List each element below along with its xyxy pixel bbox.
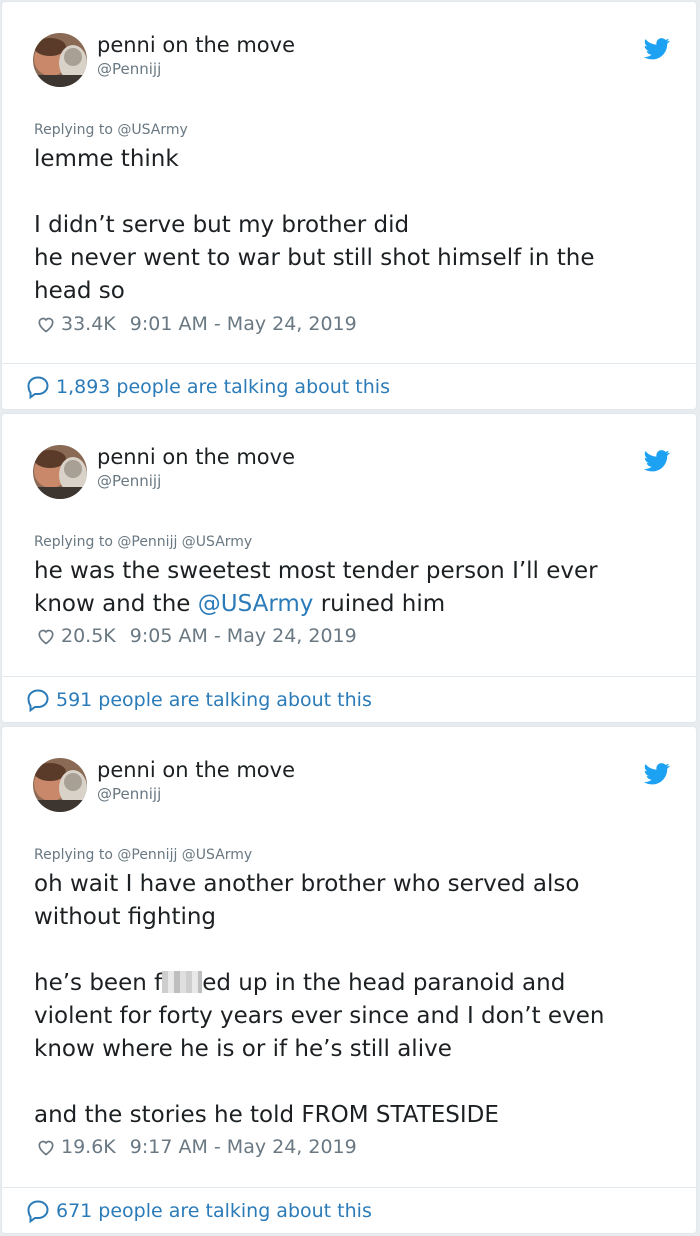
speech-bubble-icon <box>27 376 49 399</box>
tweet-line: oh wait I have another brother who serve… <box>34 871 580 897</box>
timestamp[interactable]: 9:01 AM - May 24, 2019 <box>130 313 357 335</box>
speech-bubble-icon <box>27 689 49 712</box>
tweet-line-part: know and the <box>34 591 198 617</box>
talking-link[interactable]: 1,893 people are talking about this <box>26 375 390 399</box>
avatar[interactable] <box>33 758 87 812</box>
tweet-line: he’s been f ed up in the head paranoid an… <box>34 967 664 1000</box>
tweet-line: he was the sweetest most tender person I… <box>34 558 598 584</box>
replying-to[interactable]: Replying to @Pennijj @USArmy <box>34 534 252 550</box>
tweet-line: he never went to war but still shot hims… <box>34 245 595 271</box>
tweet-meta: 33.4K 9:01 AM - May 24, 2019 <box>36 313 357 335</box>
tweet-text: oh wait I have another brother who serve… <box>34 868 664 1132</box>
heart-outline-icon[interactable] <box>36 626 56 646</box>
heart-outline-icon[interactable] <box>36 1137 56 1157</box>
tweet-line-part: he’s been f <box>34 970 163 996</box>
tweet-card-1[interactable]: penni on the move @Pennijj Replying to @… <box>1 1 697 410</box>
tweet-line: know and the @USArmy ruined him <box>34 588 664 621</box>
divider <box>2 1187 696 1188</box>
avatar[interactable] <box>33 445 87 499</box>
tweet-line: violent for forty years ever since and I… <box>34 1003 605 1029</box>
tweet-card-2[interactable]: penni on the move @Pennijj Replying to @… <box>1 413 697 723</box>
avatar-image <box>33 33 87 87</box>
tweet-line: head so <box>34 278 125 304</box>
author-name[interactable]: penni on the move <box>97 33 295 57</box>
tweet-meta: 19.6K 9:17 AM - May 24, 2019 <box>36 1136 357 1158</box>
talking-count[interactable]: 591 people are talking about this <box>56 689 372 711</box>
author-name[interactable]: penni on the move <box>97 445 295 469</box>
tweet-card-3[interactable]: penni on the move @Pennijj Replying to @… <box>1 726 697 1234</box>
twitter-bird-icon[interactable] <box>644 450 670 472</box>
author-handle[interactable]: @Pennijj <box>97 60 161 78</box>
twitter-bird-icon[interactable] <box>644 763 670 785</box>
speech-bubble-icon <box>27 1200 49 1223</box>
tweet-line: without fighting <box>34 904 217 930</box>
replying-to[interactable]: Replying to @USArmy <box>34 122 188 138</box>
replying-to[interactable]: Replying to @Pennijj @USArmy <box>34 847 252 863</box>
tweet-line: and the stories he told FROM STATESIDE <box>34 1102 499 1128</box>
divider <box>2 676 696 677</box>
tweet-line: know where he is or if he’s still alive <box>34 1036 452 1062</box>
timestamp[interactable]: 9:05 AM - May 24, 2019 <box>130 625 357 647</box>
avatar-image <box>33 758 87 812</box>
author-name[interactable]: penni on the move <box>97 758 295 782</box>
like-count[interactable]: 20.5K <box>61 625 116 647</box>
talking-count[interactable]: 671 people are talking about this <box>56 1200 372 1222</box>
mention-link[interactable]: @USArmy <box>198 591 314 617</box>
tweet-line-part: ruined him <box>313 591 446 617</box>
twitter-bird-icon[interactable] <box>644 38 670 60</box>
talking-link[interactable]: 591 people are talking about this <box>26 688 372 712</box>
avatar-image <box>33 445 87 499</box>
talking-link[interactable]: 671 people are talking about this <box>26 1199 372 1223</box>
like-count[interactable]: 33.4K <box>61 313 116 335</box>
author-handle[interactable]: @Pennijj <box>97 785 161 803</box>
like-count[interactable]: 19.6K <box>61 1136 116 1158</box>
tweet-text: lemme think I didn’t serve but my brothe… <box>34 143 664 308</box>
heart-outline-icon[interactable] <box>36 314 56 334</box>
tweet-meta: 20.5K 9:05 AM - May 24, 2019 <box>36 625 357 647</box>
avatar[interactable] <box>33 33 87 87</box>
tweet-line: lemme think <box>34 146 179 172</box>
divider <box>2 363 696 364</box>
censored-blur <box>162 971 203 993</box>
timestamp[interactable]: 9:17 AM - May 24, 2019 <box>130 1136 357 1158</box>
author-handle[interactable]: @Pennijj <box>97 472 161 490</box>
tweet-line-part: ed up in the head paranoid and <box>202 970 566 996</box>
tweet-text: he was the sweetest most tender person I… <box>34 555 664 621</box>
talking-count[interactable]: 1,893 people are talking about this <box>56 376 390 398</box>
tweet-line: I didn’t serve but my brother did <box>34 212 410 238</box>
